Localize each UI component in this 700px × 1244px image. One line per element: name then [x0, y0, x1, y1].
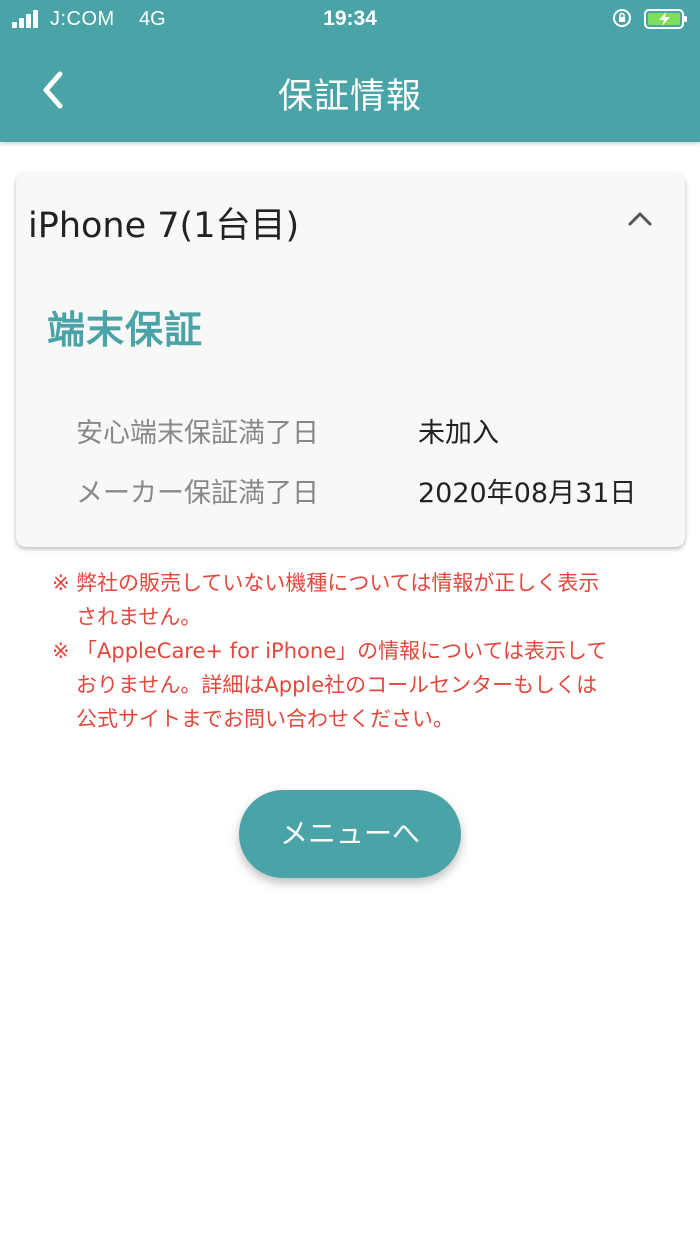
notice-mark: ※ [52, 571, 70, 595]
notice-text-line: 「AppleCare+ for iPhone」の情報については表示して [76, 639, 608, 663]
notice-item: ※ 「AppleCare+ for iPhone」の情報については表示して おり… [52, 634, 652, 736]
warranty-row-value: 未加入 [418, 418, 499, 449]
notice-text-line: されません。 [76, 605, 202, 629]
notice-mark: ※ [52, 639, 70, 663]
notice-text-line: おりません。詳細はApple社のコールセンターもしくは [76, 673, 598, 697]
battery-charging-icon [644, 9, 687, 29]
navigation-bar: 保証情報 [0, 40, 700, 142]
warranty-row-value: 2020年08月31日 [418, 478, 637, 509]
notice-text-line: 公式サイトまでお問い合わせください。 [76, 707, 454, 731]
chevron-up-icon[interactable] [620, 199, 660, 239]
rotation-lock-icon [613, 9, 631, 27]
notice-item: ※ 弊社の販売していない機種については情報が正しく表示 されません。 [52, 566, 652, 634]
notice-list: ※ 弊社の販売していない機種については情報が正しく表示 されません。 ※ 「Ap… [52, 566, 652, 736]
section-title-device-warranty: 端末保証 [47, 308, 204, 352]
app-header: J:COM 4G 19:34 保証情報 [0, 0, 700, 142]
status-clock: 19:34 [323, 7, 377, 30]
page-title: 保証情報 [277, 77, 422, 117]
menu-button[interactable]: メニューへ [239, 790, 461, 878]
notice-text-line: 弊社の販売していない機種については情報が正しく表示 [76, 571, 600, 595]
warranty-row-label: メーカー保証満了日 [76, 478, 319, 509]
device-name: iPhone 7(1台目) [28, 206, 300, 246]
warranty-row-label: 安心端末保証満了日 [76, 418, 319, 449]
device-warranty-card: iPhone 7(1台目) 端末保証 安心端末保証満了日 未加入 メーカー保証満… [16, 173, 685, 547]
status-bar: J:COM 4G 19:34 [0, 0, 700, 40]
